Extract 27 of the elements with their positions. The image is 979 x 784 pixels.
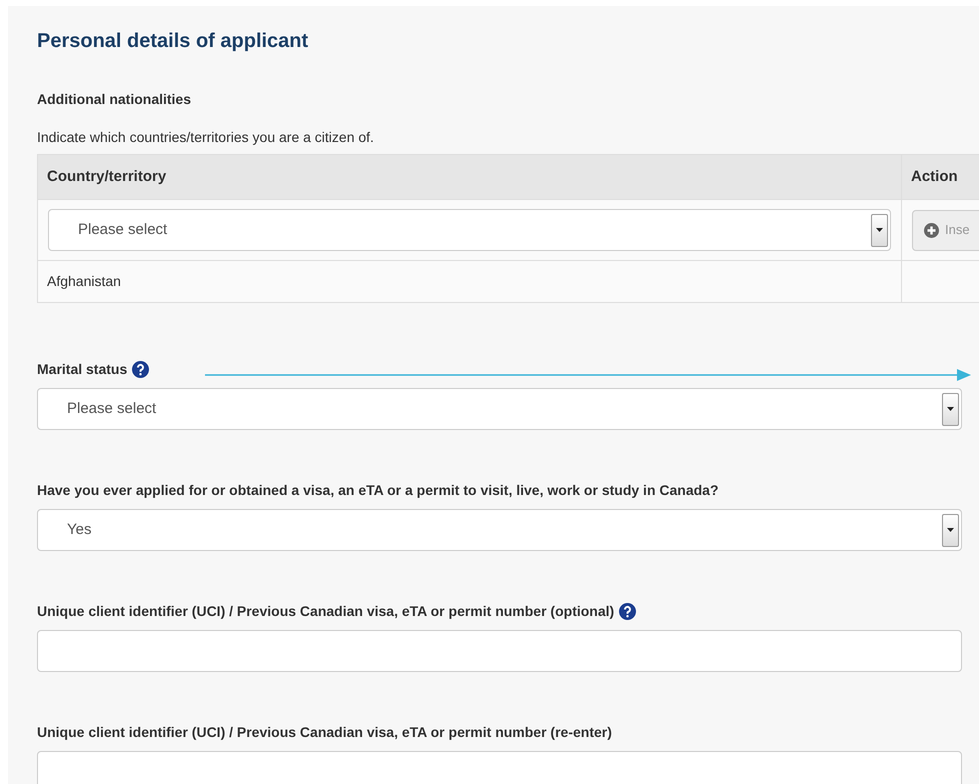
field-label: Unique client identifier (UCI) / Previous Canadian visa, eTA or permit number (re-enter) [37, 722, 612, 742]
select-value: Please select [78, 220, 168, 240]
caret-icon [947, 528, 954, 532]
field-label: Additional nationalities [37, 90, 192, 109]
dropdown-arrow-button[interactable] [871, 214, 888, 246]
input-field[interactable] [37, 751, 962, 784]
dropdown-arrow-button[interactable] [942, 392, 959, 426]
field-label: Unique client identifier (UCI) / Previous Canadian visa, eTA or permit number (optional) [37, 602, 614, 621]
section-title: Personal details of applicant [37, 29, 310, 54]
help-icon[interactable] [619, 602, 636, 620]
select-field[interactable]: Please select [37, 388, 962, 430]
dropdown-arrow-button[interactable] [942, 514, 959, 546]
select-value: Yes [67, 520, 92, 540]
field-label: Have you ever applied for or obtained a visa, an eTA or a permit to visit, live, work or study in Canada? [37, 480, 719, 500]
select-value: Please select [67, 398, 156, 419]
caret-icon [876, 228, 883, 232]
field-label: Marital status [37, 360, 128, 378]
select-field[interactable]: Please select [48, 209, 891, 251]
column-header: Action [910, 166, 959, 187]
plus-circle-icon [924, 222, 939, 238]
table-cell: Afghanistan [38, 261, 902, 302]
input-field[interactable] [37, 630, 962, 672]
hint-text: Indicate which countries/territories you are a citizen of. [37, 128, 375, 147]
help-icon[interactable] [132, 360, 150, 378]
column-header: Country/territory [38, 155, 902, 199]
select-field[interactable]: Yes [37, 509, 962, 551]
caret-icon [947, 407, 954, 411]
